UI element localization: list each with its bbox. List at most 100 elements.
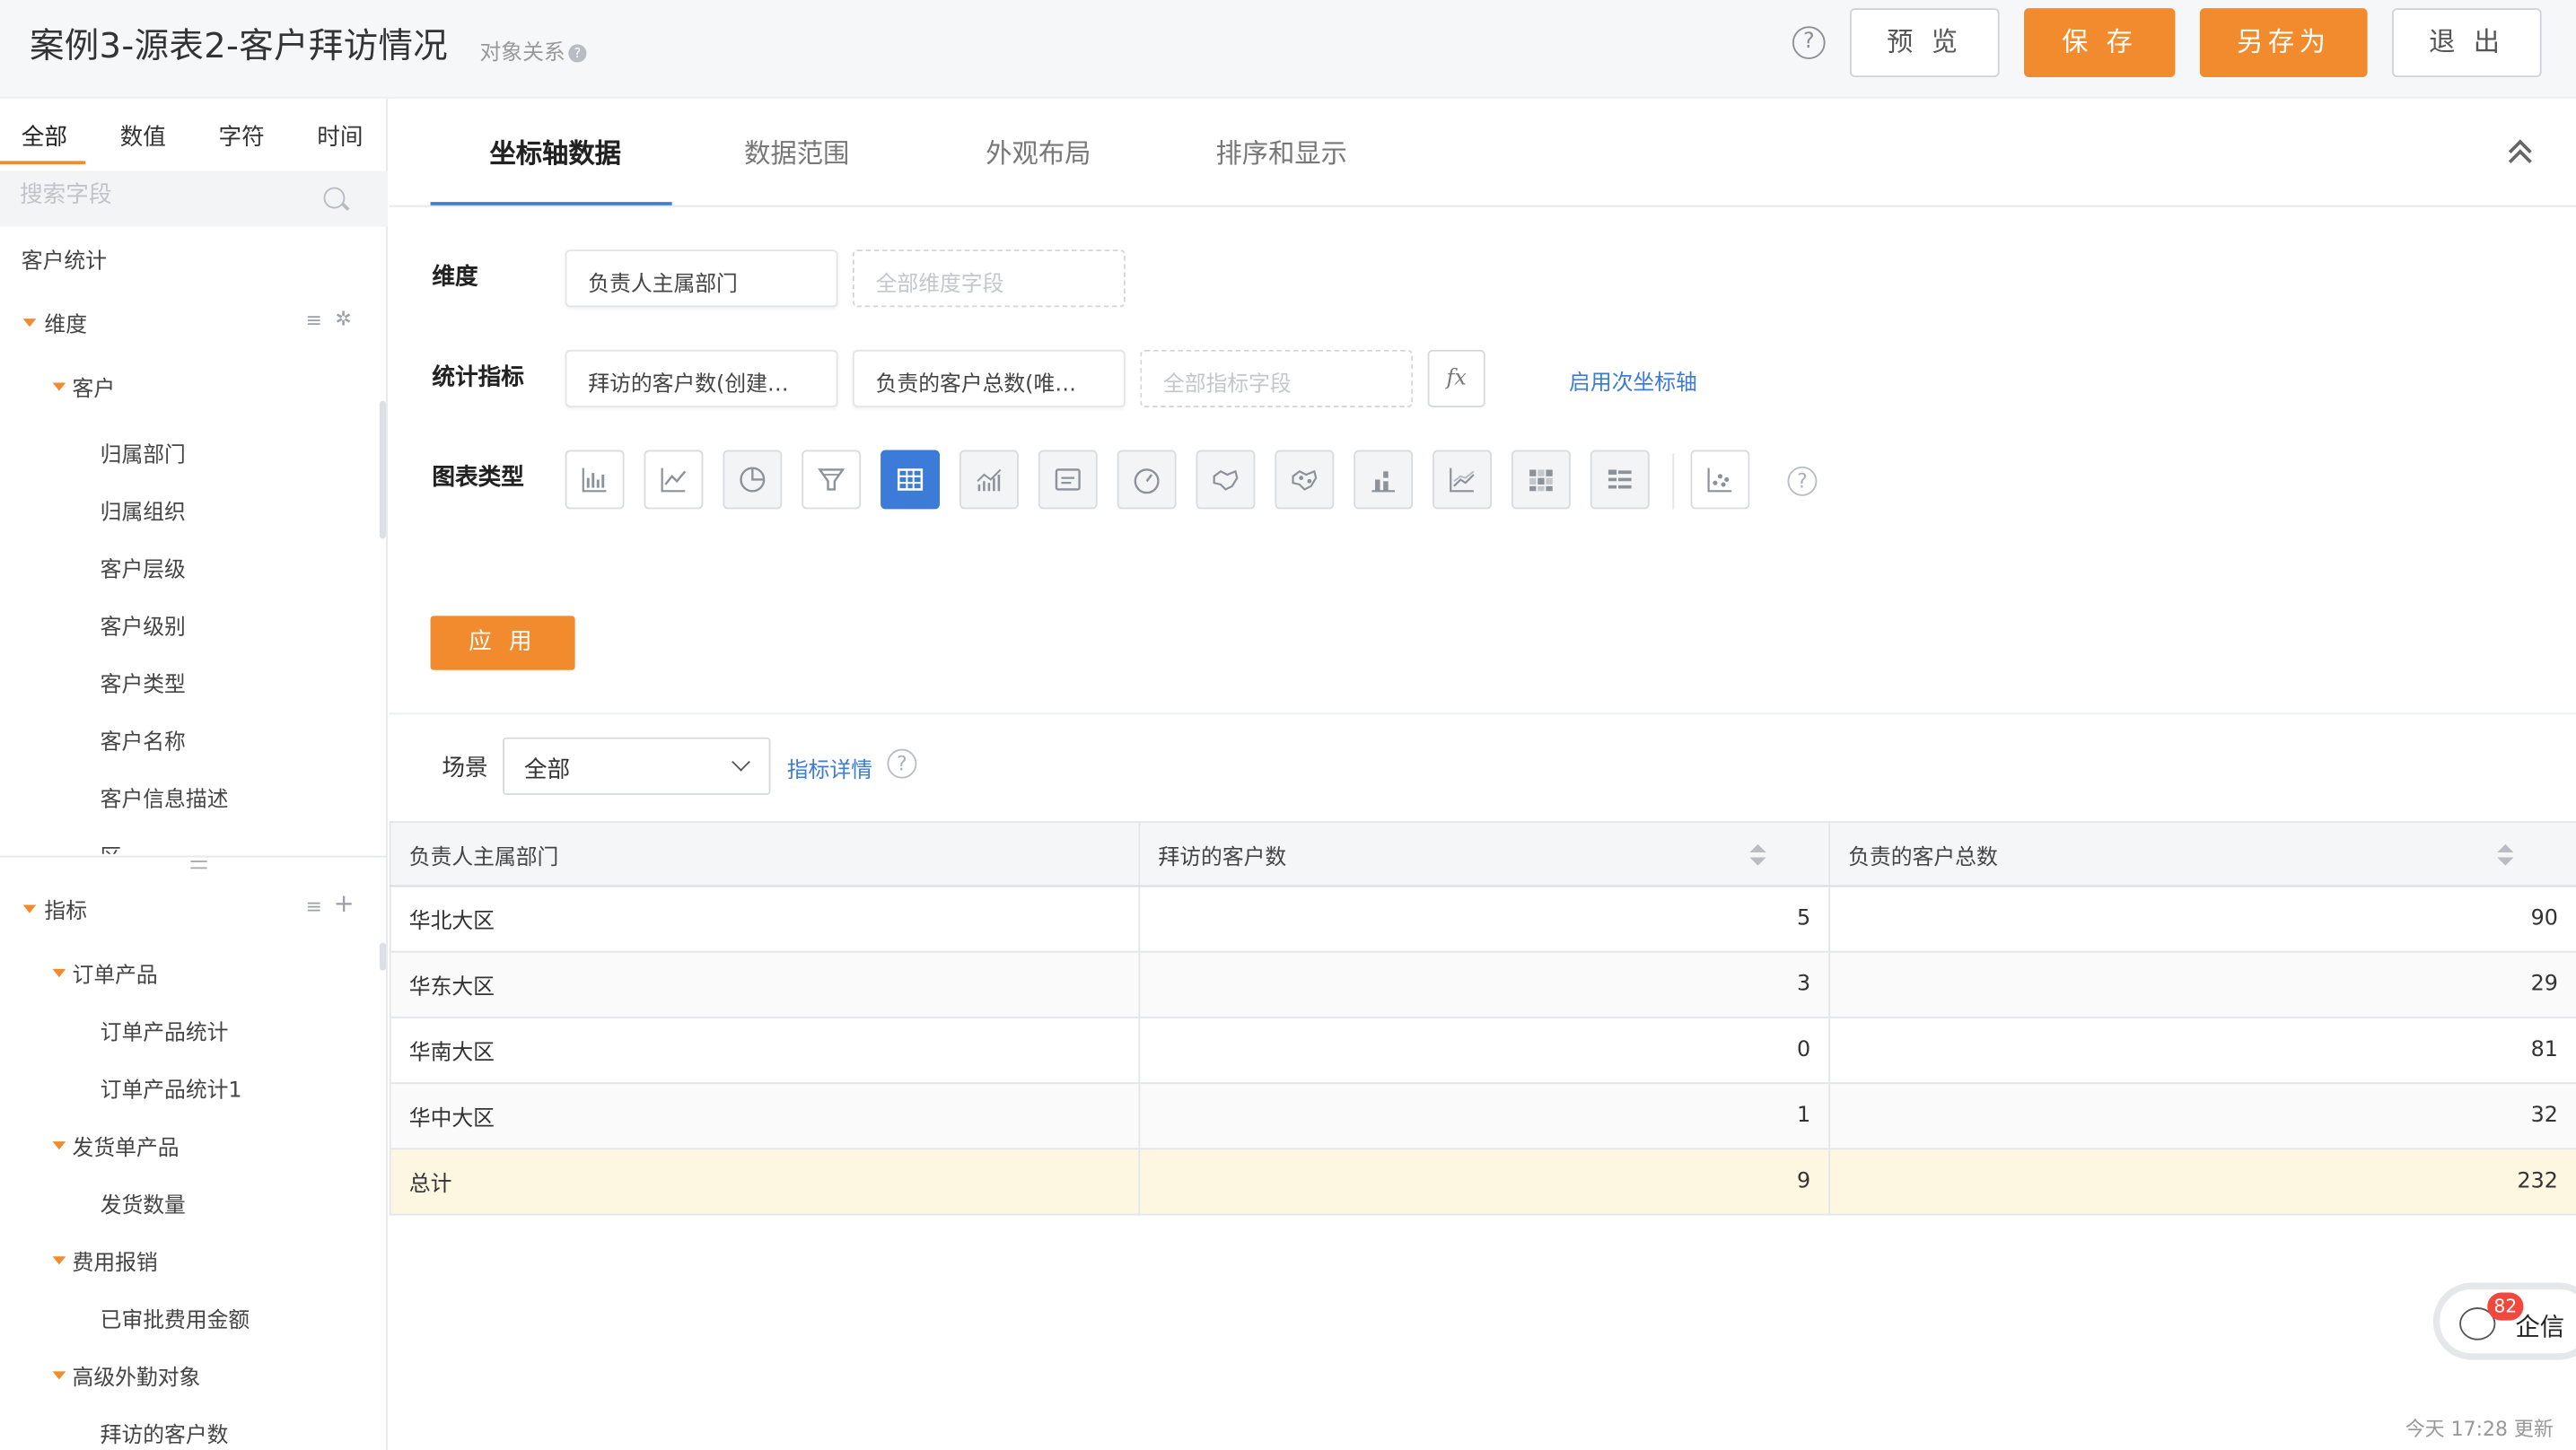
tree-field[interactable]: 客户名称 xyxy=(101,724,186,756)
dimension-label: 维度 xyxy=(432,264,478,291)
caret-down-icon[interactable] xyxy=(22,904,37,913)
dimension-drop-zone[interactable]: 全部维度字段 xyxy=(852,249,1126,308)
pie-chart-icon[interactable] xyxy=(723,450,783,510)
bar-line-combo-icon[interactable] xyxy=(959,450,1019,510)
dimension-scrollbar[interactable] xyxy=(379,400,387,539)
table-cell: 90 xyxy=(1828,885,2576,953)
tree-group[interactable]: 发货单产品 xyxy=(73,1130,180,1161)
tab-sort-display[interactable]: 排序和显示 xyxy=(1215,131,1346,170)
sort-icon[interactable] xyxy=(1749,843,1766,868)
chart-type-label: 图表类型 xyxy=(432,465,524,492)
tree-field[interactable]: 已审批费用金额 xyxy=(101,1303,250,1333)
table-chart-icon[interactable] xyxy=(881,450,940,510)
metric-field-chip[interactable]: 负责的客户总数(唯… xyxy=(852,349,1126,407)
add-icon[interactable]: + xyxy=(334,888,355,918)
tree-group[interactable]: 订单产品 xyxy=(73,957,158,988)
gauge-icon[interactable] xyxy=(1117,450,1177,510)
metric-drop-zone[interactable]: 全部指标字段 xyxy=(1140,349,1414,407)
gear-icon[interactable]: ✲ xyxy=(335,307,351,330)
qixin-label: 企信 xyxy=(2515,1312,2565,1342)
dimension-field-chip[interactable]: 负责人主属部门 xyxy=(565,249,838,308)
apply-button[interactable]: 应 用 xyxy=(430,616,575,670)
heatmap-icon[interactable] xyxy=(1511,450,1571,510)
column-header[interactable]: 负责人主属部门 xyxy=(389,821,1141,887)
caret-down-icon[interactable] xyxy=(52,1256,66,1265)
sort-icon[interactable] xyxy=(2497,843,2514,868)
caret-down-icon[interactable] xyxy=(22,319,37,328)
card-icon[interactable] xyxy=(1038,450,1098,510)
tree-field[interactable]: 客户级别 xyxy=(101,609,186,640)
tree-field[interactable]: 发货数量 xyxy=(101,1187,186,1219)
stacked-bar-icon[interactable] xyxy=(1354,450,1414,510)
object-relation-link[interactable]: 对象关系? xyxy=(479,34,587,66)
pivot-table-icon[interactable] xyxy=(1590,450,1650,510)
caret-down-icon[interactable] xyxy=(52,968,66,978)
line-chart-icon[interactable] xyxy=(644,450,704,510)
metric-scrollbar[interactable] xyxy=(379,942,387,971)
filter-tab-string[interactable]: 字符 xyxy=(218,120,264,153)
field-search xyxy=(0,170,388,227)
save-button[interactable]: 保 存 xyxy=(2024,8,2176,78)
caret-down-icon[interactable] xyxy=(52,1141,66,1150)
map-dots-icon[interactable] xyxy=(1275,450,1335,510)
save-as-button[interactable]: 另存为 xyxy=(2199,8,2368,78)
tree-dimension-label[interactable]: 维度 xyxy=(44,307,87,338)
table-cell: 华南大区 xyxy=(389,1017,1141,1085)
metric-help-icon[interactable]: ? xyxy=(887,748,917,779)
sort-fields-icon[interactable]: ≡ xyxy=(305,309,321,332)
bar-chart-icon[interactable] xyxy=(565,450,625,510)
tree-group-customer[interactable]: 客户 xyxy=(73,371,116,402)
caret-down-icon[interactable] xyxy=(52,382,66,391)
search-input[interactable] xyxy=(19,182,316,209)
collapse-up-icon[interactable] xyxy=(2508,138,2532,173)
tree-field[interactable]: 客户信息描述 xyxy=(101,782,229,813)
exit-button[interactable]: 退 出 xyxy=(2392,8,2542,78)
column-header[interactable]: 负责的客户总数 xyxy=(1828,821,2576,887)
tree-field[interactable]: 区 xyxy=(101,839,122,854)
help-icon[interactable]: ? xyxy=(1792,26,1826,59)
column-header-label: 拜访的客户数 xyxy=(1158,844,1287,870)
tree-field[interactable]: 客户类型 xyxy=(101,667,186,697)
tab-data-range[interactable]: 数据范围 xyxy=(744,131,849,170)
chart-help-icon[interactable]: ? xyxy=(1787,466,1818,496)
tree-field[interactable]: 客户层级 xyxy=(101,552,186,582)
tree-field[interactable]: 订单产品统计 xyxy=(101,1015,229,1046)
search-icon[interactable] xyxy=(323,187,346,209)
formula-button[interactable]: fx xyxy=(1427,349,1485,407)
table-row: 华南大区 0 81 xyxy=(389,1017,2576,1085)
tree-field[interactable]: 拜访的客户数 xyxy=(101,1418,229,1448)
table-cell: 5 xyxy=(1138,885,1831,953)
filter-tab-all[interactable]: 全部 xyxy=(22,120,67,153)
caret-down-icon[interactable] xyxy=(52,1371,66,1380)
filter-tab-time[interactable]: 时间 xyxy=(317,120,363,153)
scene-select[interactable]: 全部 xyxy=(503,737,771,795)
map-icon[interactable] xyxy=(1196,450,1256,510)
resize-handle[interactable] xyxy=(190,860,207,869)
tree-metric-label[interactable]: 指标 xyxy=(44,894,87,924)
tree-field[interactable]: 归属组织 xyxy=(101,494,186,525)
tree-field[interactable]: 订单产品统计1 xyxy=(101,1072,242,1104)
table-cell: 总计 xyxy=(389,1148,1141,1216)
table-cell: 81 xyxy=(1828,1017,2576,1085)
tab-appearance[interactable]: 外观布局 xyxy=(986,131,1091,170)
tree-field[interactable]: 归属部门 xyxy=(101,437,186,467)
active-tab-indicator xyxy=(430,202,672,205)
sort-fields-icon[interactable]: ≡ xyxy=(305,895,321,919)
column-header[interactable]: 拜访的客户数 xyxy=(1138,821,1831,887)
tree-group[interactable]: 高级外勤对象 xyxy=(73,1360,201,1391)
tree-group[interactable]: 费用报销 xyxy=(73,1245,158,1276)
metric-field-chip[interactable]: 拜访的客户数(创建… xyxy=(565,349,838,407)
tab-axis-data[interactable]: 坐标轴数据 xyxy=(489,131,620,170)
qixin-chat-button[interactable]: 82 企信 xyxy=(2432,1282,2576,1360)
area-line-icon[interactable] xyxy=(1433,450,1493,510)
scatter-icon[interactable] xyxy=(1690,450,1750,510)
table-cell: 3 xyxy=(1138,950,1831,1018)
metric-detail-link[interactable]: 指标详情 xyxy=(787,752,872,783)
filter-tab-number[interactable]: 数值 xyxy=(120,120,166,153)
funnel-chart-icon[interactable] xyxy=(802,450,862,510)
chart-type-divider xyxy=(1672,453,1675,510)
column-header-label: 负责的客户总数 xyxy=(1848,844,1998,870)
secondary-axis-link[interactable]: 启用次坐标轴 xyxy=(1569,364,1697,396)
chevron-down-icon xyxy=(732,752,750,772)
preview-button[interactable]: 预 览 xyxy=(1850,8,2000,78)
